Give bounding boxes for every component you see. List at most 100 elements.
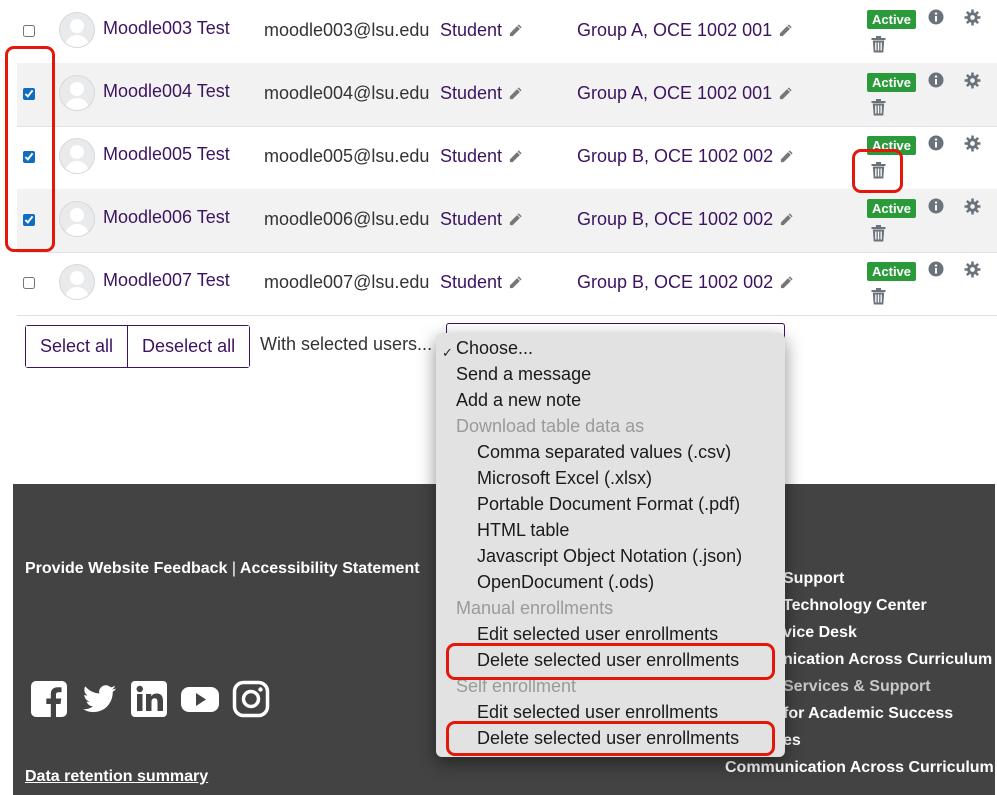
info-icon[interactable] xyxy=(928,135,944,151)
table-row: Moodle003 Test moodle003@lsu.edu Student Gr… xyxy=(17,0,997,64)
data-retention-link[interactable]: Data retention summary xyxy=(25,768,208,786)
dropdown-option[interactable]: OpenDocument (.ods) xyxy=(477,572,654,593)
footer-separator: | xyxy=(231,560,237,577)
row-select-checkbox[interactable] xyxy=(23,277,35,289)
trash-icon[interactable] xyxy=(871,99,886,116)
footer-link[interactable]: for Academic Success xyxy=(783,705,953,723)
group-cell: Group B, OCE 1002 002 xyxy=(577,272,794,293)
dropdown-option[interactable]: Edit selected user enrollments xyxy=(477,702,718,723)
gear-icon[interactable] xyxy=(964,135,981,152)
group-cell: Group B, OCE 1002 002 xyxy=(577,146,794,167)
facebook-icon[interactable] xyxy=(30,680,68,718)
row-select-checkbox[interactable] xyxy=(23,88,35,100)
edit-groups-pencil-icon[interactable] xyxy=(773,272,794,292)
gear-icon[interactable] xyxy=(964,72,981,89)
footer-link[interactable]: Technology Center xyxy=(783,597,927,615)
info-icon[interactable] xyxy=(928,198,944,214)
avatar xyxy=(59,201,95,237)
dropdown-option[interactable]: HTML table xyxy=(477,520,569,541)
selected-checkmark: ✓ xyxy=(442,345,453,360)
table-row: Moodle006 Test moodle006@lsu.edu Student Gr… xyxy=(17,189,997,253)
role-cell: Student xyxy=(440,209,523,230)
group-cell: Group A, OCE 1002 001 xyxy=(577,83,793,104)
dropdown-option[interactable]: Choose... xyxy=(456,338,533,359)
footer-link[interactable]: Services & Support xyxy=(783,678,931,696)
dropdown-option[interactable]: Delete selected user enrollments xyxy=(477,728,739,749)
social-icons xyxy=(30,680,270,718)
group-label: Group B, OCE 1002 002 xyxy=(577,146,774,166)
trash-icon[interactable] xyxy=(871,162,886,179)
participant-email: moodle005@lsu.edu xyxy=(264,146,430,166)
gear-icon[interactable] xyxy=(964,198,981,215)
dropdown-option[interactable]: Microsoft Excel (.xlsx) xyxy=(477,468,652,489)
dropdown-option[interactable]: Comma separated values (.csv) xyxy=(477,442,731,463)
avatar xyxy=(59,138,95,174)
avatar xyxy=(59,12,95,48)
role-cell: Student xyxy=(440,20,523,41)
role-cell: Student xyxy=(440,146,523,167)
edit-groups-pencil-icon[interactable] xyxy=(773,146,794,166)
dropdown-group-label: Self enrollment xyxy=(456,676,577,696)
footer-link[interactable]: Support xyxy=(783,570,844,588)
avatar xyxy=(59,75,95,111)
linkedin-icon[interactable] xyxy=(130,680,168,718)
trash-icon[interactable] xyxy=(871,36,886,53)
trash-icon[interactable] xyxy=(871,288,886,305)
avatar xyxy=(59,264,95,300)
footer-link[interactable]: vice Desk xyxy=(783,624,857,642)
edit-groups-pencil-icon[interactable] xyxy=(772,83,793,103)
edit-groups-pencil-icon[interactable] xyxy=(772,20,793,40)
dropdown-option[interactable]: Edit selected user enrollments xyxy=(477,624,718,645)
participant-name-link[interactable]: Moodle007 Test xyxy=(103,270,230,291)
edit-groups-pencil-icon[interactable] xyxy=(773,209,794,229)
edit-roles-pencil-icon[interactable] xyxy=(502,146,523,166)
group-label: Group B, OCE 1002 002 xyxy=(577,209,774,229)
select-all-button[interactable]: Select all xyxy=(26,326,128,367)
gear-icon[interactable] xyxy=(964,9,981,26)
edit-roles-pencil-icon[interactable] xyxy=(502,272,523,292)
table-row: Moodle005 Test moodle005@lsu.edu Student Gr… xyxy=(17,126,997,190)
info-icon[interactable] xyxy=(928,9,944,25)
dropdown-option[interactable]: Delete selected user enrollments xyxy=(477,650,739,671)
youtube-icon[interactable] xyxy=(180,680,220,718)
info-icon[interactable] xyxy=(928,72,944,88)
participant-name-link[interactable]: Moodle005 Test xyxy=(103,144,230,165)
footer-link[interactable]: nication Across Curriculum xyxy=(783,651,992,669)
row-select-checkbox[interactable] xyxy=(23,151,35,163)
deselect-all-button[interactable]: Deselect all xyxy=(127,326,250,367)
row-select-checkbox[interactable] xyxy=(23,214,35,226)
participant-name-link[interactable]: Moodle006 Test xyxy=(103,207,230,228)
footer-link[interactable]: es xyxy=(783,732,801,750)
row-select-checkbox[interactable] xyxy=(23,25,35,37)
role-label: Student xyxy=(440,146,503,166)
edit-roles-pencil-icon[interactable] xyxy=(502,20,523,40)
status-badge: Active xyxy=(867,262,917,281)
with-selected-label: With selected users... xyxy=(260,334,433,354)
dropdown-option[interactable]: Portable Document Format (.pdf) xyxy=(477,494,740,515)
participant-name-link[interactable]: Moodle003 Test xyxy=(103,18,230,39)
edit-roles-pencil-icon[interactable] xyxy=(502,83,523,103)
role-label: Student xyxy=(440,209,503,229)
website-feedback-link[interactable]: Provide Website Feedback xyxy=(25,560,227,577)
edit-roles-pencil-icon[interactable] xyxy=(502,209,523,229)
dropdown-option[interactable]: Add a new note xyxy=(456,390,581,411)
trash-icon[interactable] xyxy=(871,225,886,242)
role-label: Student xyxy=(440,83,503,103)
footer-link[interactable]: Communication Across Curriculum xyxy=(725,759,994,777)
instagram-icon[interactable] xyxy=(232,680,270,718)
table-row: Moodle004 Test moodle004@lsu.edu Student Gr… xyxy=(17,63,997,127)
info-icon[interactable] xyxy=(928,261,944,277)
gear-icon[interactable] xyxy=(964,261,981,278)
group-cell: Group B, OCE 1002 002 xyxy=(577,209,794,230)
twitter-icon[interactable] xyxy=(80,680,118,718)
footer-links: Provide Website Feedback | Accessibility… xyxy=(25,560,420,578)
dropdown-group-label: Download table data as xyxy=(456,416,645,436)
dropdown-option[interactable]: Send a message xyxy=(456,364,591,385)
accessibility-statement-link[interactable]: Accessibility Statement xyxy=(240,560,420,577)
dropdown-group-label: Manual enrollments xyxy=(456,598,614,618)
group-label: Group A, OCE 1002 001 xyxy=(577,83,773,103)
table-row: Moodle007 Test moodle007@lsu.edu Student Gr… xyxy=(17,252,997,316)
participant-name-link[interactable]: Moodle004 Test xyxy=(103,81,230,102)
dropdown-option[interactable]: Javascript Object Notation (.json) xyxy=(477,546,742,567)
group-label: Group B, OCE 1002 002 xyxy=(577,272,774,292)
